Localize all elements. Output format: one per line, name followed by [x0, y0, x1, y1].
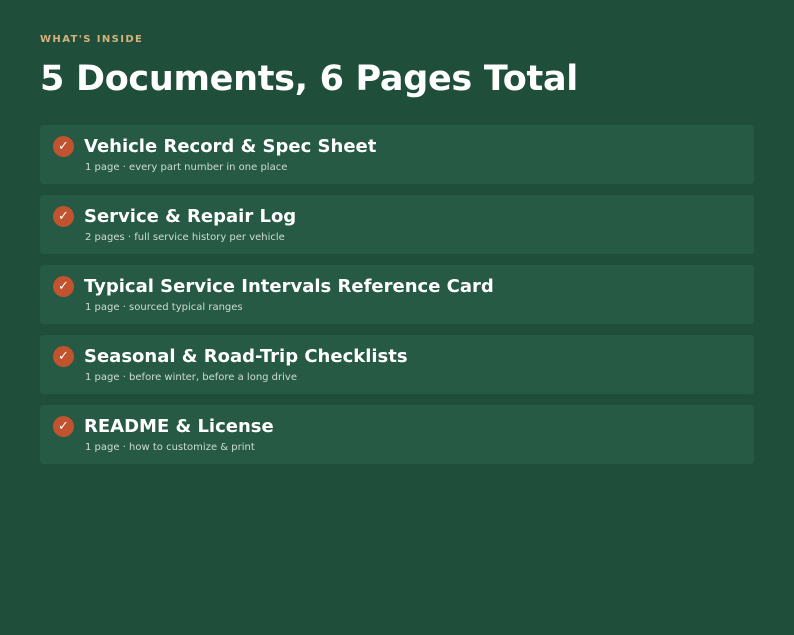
- document-title: Service & Repair Log: [84, 206, 297, 227]
- check-icon: ✓: [53, 276, 74, 297]
- document-item-readme: ✓ README & License 1 page · how to custo…: [40, 405, 754, 464]
- document-item-vehicle-record: ✓ Vehicle Record & Spec Sheet 1 page · e…: [40, 125, 754, 184]
- document-title: Seasonal & Road-Trip Checklists: [84, 346, 408, 367]
- document-subtitle: 1 page · every part number in one place: [85, 162, 288, 173]
- document-title: README & License: [84, 416, 274, 437]
- document-item-checklists: ✓ Seasonal & Road-Trip Checklists 1 page…: [40, 335, 754, 394]
- page-title: 5 Documents, 6 Pages Total: [40, 59, 578, 99]
- document-subtitle: 1 page · before winter, before a long dr…: [85, 372, 297, 383]
- check-icon: ✓: [53, 416, 74, 437]
- check-icon: ✓: [53, 346, 74, 367]
- document-list: ✓ Vehicle Record & Spec Sheet 1 page · e…: [40, 125, 754, 475]
- check-icon: ✓: [53, 206, 74, 227]
- document-subtitle: 1 page · sourced typical ranges: [85, 302, 243, 313]
- document-title: Typical Service Intervals Reference Card: [84, 276, 494, 297]
- document-subtitle: 1 page · how to customize & print: [85, 442, 255, 453]
- document-item-service-log: ✓ Service & Repair Log 2 pages · full se…: [40, 195, 754, 254]
- section-eyebrow: WHAT'S INSIDE: [40, 34, 144, 45]
- check-icon: ✓: [53, 136, 74, 157]
- document-title: Vehicle Record & Spec Sheet: [84, 136, 377, 157]
- document-item-service-intervals: ✓ Typical Service Intervals Reference Ca…: [40, 265, 754, 324]
- document-subtitle: 2 pages · full service history per vehic…: [85, 232, 285, 243]
